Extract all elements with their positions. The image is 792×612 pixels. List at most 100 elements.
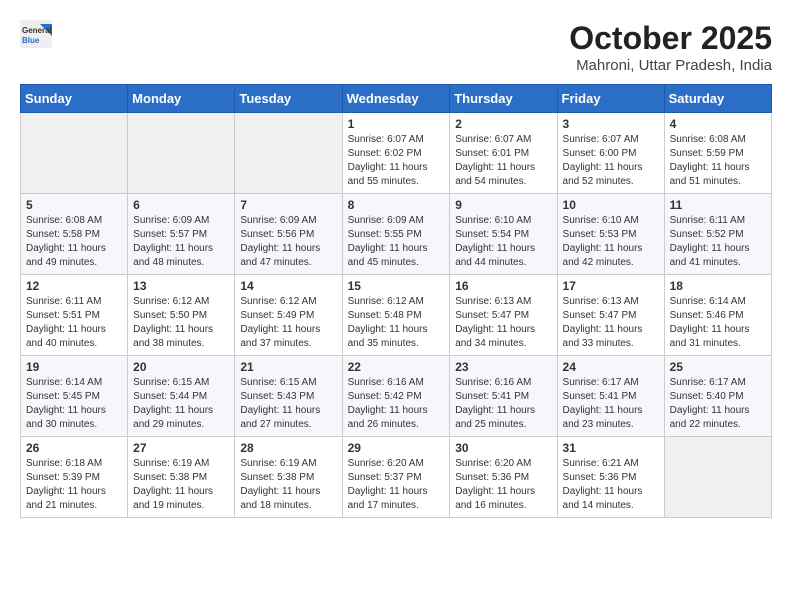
title-area: October 2025 Mahroni, Uttar Pradesh, Ind… — [569, 20, 772, 74]
day-info: Sunrise: 6:17 AM Sunset: 5:41 PM Dayligh… — [563, 376, 659, 432]
day-number: 23 — [455, 360, 551, 374]
calendar-cell: 13 Sunrise: 6:12 AM Sunset: 5:50 PM Dayli… — [128, 275, 235, 356]
weekday-header-tuesday: Tuesday — [235, 85, 342, 113]
day-info: Sunrise: 6:11 AM Sunset: 5:51 PM Dayligh… — [26, 295, 122, 351]
calendar-cell: 2 Sunrise: 6:07 AM Sunset: 6:01 PM Daylig… — [450, 113, 557, 194]
day-info: Sunrise: 6:07 AM Sunset: 6:02 PM Dayligh… — [348, 133, 445, 189]
day-number: 10 — [563, 198, 659, 212]
day-number: 25 — [670, 360, 766, 374]
weekday-header-thursday: Thursday — [450, 85, 557, 113]
weekday-header-friday: Friday — [557, 85, 664, 113]
day-info: Sunrise: 6:12 AM Sunset: 5:48 PM Dayligh… — [348, 295, 445, 351]
calendar-week-row: 19 Sunrise: 6:14 AM Sunset: 5:45 PM Dayli… — [21, 356, 772, 437]
day-number: 3 — [563, 117, 659, 131]
day-number: 22 — [348, 360, 445, 374]
month-title: October 2025 — [569, 20, 772, 57]
day-info: Sunrise: 6:20 AM Sunset: 5:36 PM Dayligh… — [455, 457, 551, 513]
weekday-header-saturday: Saturday — [664, 85, 771, 113]
calendar-cell: 21 Sunrise: 6:15 AM Sunset: 5:43 PM Dayli… — [235, 356, 342, 437]
day-info: Sunrise: 6:10 AM Sunset: 5:54 PM Dayligh… — [455, 214, 551, 270]
calendar-cell: 24 Sunrise: 6:17 AM Sunset: 5:41 PM Dayli… — [557, 356, 664, 437]
day-info: Sunrise: 6:14 AM Sunset: 5:46 PM Dayligh… — [670, 295, 766, 351]
calendar-week-row: 12Sunrise: 6:11 AM Sunset: 5:51 PM Dayli… — [21, 275, 772, 356]
day-number: 15 — [348, 279, 445, 293]
svg-text:Blue: Blue — [22, 36, 40, 45]
day-number: 24 — [563, 360, 659, 374]
day-info: Sunrise: 6:13 AM Sunset: 5:47 PM Dayligh… — [455, 295, 551, 351]
day-number: 7 — [240, 198, 336, 212]
day-info: Sunrise: 6:16 AM Sunset: 5:41 PM Dayligh… — [455, 376, 551, 432]
day-info: Sunrise: 6:15 AM Sunset: 5:43 PM Dayligh… — [240, 376, 336, 432]
calendar-week-row: 1 Sunrise: 6:07 AM Sunset: 6:02 PM Daylig… — [21, 113, 772, 194]
calendar-week-row: 5 Sunrise: 6:08 AM Sunset: 5:58 PM Daylig… — [21, 194, 772, 275]
day-number: 28 — [240, 441, 336, 455]
calendar-cell: 16Sunrise: 6:13 AM Sunset: 5:47 PM Dayli… — [450, 275, 557, 356]
calendar-cell: 23 Sunrise: 6:16 AM Sunset: 5:41 PM Dayli… — [450, 356, 557, 437]
calendar-cell — [664, 437, 771, 518]
day-info: Sunrise: 6:12 AM Sunset: 5:49 PM Dayligh… — [240, 295, 336, 351]
weekday-header-sunday: Sunday — [21, 85, 128, 113]
day-number: 1 — [348, 117, 445, 131]
calendar-cell: 10Sunrise: 6:10 AM Sunset: 5:53 PM Dayli… — [557, 194, 664, 275]
day-info: Sunrise: 6:09 AM Sunset: 5:57 PM Dayligh… — [133, 214, 229, 270]
day-number: 2 — [455, 117, 551, 131]
day-number: 18 — [670, 279, 766, 293]
day-info: Sunrise: 6:13 AM Sunset: 5:47 PM Dayligh… — [563, 295, 659, 351]
calendar-cell: 15 Sunrise: 6:12 AM Sunset: 5:48 PM Dayli… — [342, 275, 450, 356]
calendar-cell: 3 Sunrise: 6:07 AM Sunset: 6:00 PM Daylig… — [557, 113, 664, 194]
calendar-cell: 28 Sunrise: 6:19 AM Sunset: 5:38 PM Dayli… — [235, 437, 342, 518]
day-number: 8 — [348, 198, 445, 212]
calendar-cell: 19 Sunrise: 6:14 AM Sunset: 5:45 PM Dayli… — [21, 356, 128, 437]
day-info: Sunrise: 6:16 AM Sunset: 5:42 PM Dayligh… — [348, 376, 445, 432]
day-number: 13 — [133, 279, 229, 293]
day-number: 20 — [133, 360, 229, 374]
calendar-cell: 29 Sunrise: 6:20 AM Sunset: 5:37 PM Dayli… — [342, 437, 450, 518]
day-number: 21 — [240, 360, 336, 374]
day-info: Sunrise: 6:19 AM Sunset: 5:38 PM Dayligh… — [133, 457, 229, 513]
calendar-cell — [235, 113, 342, 194]
day-number: 5 — [26, 198, 122, 212]
day-info: Sunrise: 6:09 AM Sunset: 5:55 PM Dayligh… — [348, 214, 445, 270]
calendar-cell: 17 Sunrise: 6:13 AM Sunset: 5:47 PM Dayli… — [557, 275, 664, 356]
day-info: Sunrise: 6:14 AM Sunset: 5:45 PM Dayligh… — [26, 376, 122, 432]
day-info: Sunrise: 6:20 AM Sunset: 5:37 PM Dayligh… — [348, 457, 445, 513]
day-info: Sunrise: 6:18 AM Sunset: 5:39 PM Dayligh… — [26, 457, 122, 513]
day-number: 4 — [670, 117, 766, 131]
calendar-cell: 22 Sunrise: 6:16 AM Sunset: 5:42 PM Dayli… — [342, 356, 450, 437]
day-info: Sunrise: 6:08 AM Sunset: 5:58 PM Dayligh… — [26, 214, 122, 270]
day-info: Sunrise: 6:08 AM Sunset: 5:59 PM Dayligh… — [670, 133, 766, 189]
calendar-cell: 25Sunrise: 6:17 AM Sunset: 5:40 PM Dayli… — [664, 356, 771, 437]
day-info: Sunrise: 6:12 AM Sunset: 5:50 PM Dayligh… — [133, 295, 229, 351]
calendar-cell: 18 Sunrise: 6:14 AM Sunset: 5:46 PM Dayli… — [664, 275, 771, 356]
calendar-cell: 4 Sunrise: 6:08 AM Sunset: 5:59 PM Daylig… — [664, 113, 771, 194]
calendar-cell: 31Sunrise: 6:21 AM Sunset: 5:36 PM Dayli… — [557, 437, 664, 518]
day-info: Sunrise: 6:11 AM Sunset: 5:52 PM Dayligh… — [670, 214, 766, 270]
day-info: Sunrise: 6:07 AM Sunset: 6:00 PM Dayligh… — [563, 133, 659, 189]
weekday-header-row: SundayMondayTuesdayWednesdayThursdayFrid… — [21, 85, 772, 113]
calendar-cell: 8 Sunrise: 6:09 AM Sunset: 5:55 PM Daylig… — [342, 194, 450, 275]
day-number: 6 — [133, 198, 229, 212]
calendar-cell — [128, 113, 235, 194]
calendar-table: SundayMondayTuesdayWednesdayThursdayFrid… — [20, 84, 772, 518]
calendar-cell: 14Sunrise: 6:12 AM Sunset: 5:49 PM Dayli… — [235, 275, 342, 356]
calendar-cell: 20Sunrise: 6:15 AM Sunset: 5:44 PM Dayli… — [128, 356, 235, 437]
header: General Blue October 2025 Mahroni, Uttar… — [20, 20, 772, 74]
day-number: 31 — [563, 441, 659, 455]
calendar-cell — [21, 113, 128, 194]
calendar-cell: 30Sunrise: 6:20 AM Sunset: 5:36 PM Dayli… — [450, 437, 557, 518]
day-number: 19 — [26, 360, 122, 374]
day-number: 11 — [670, 198, 766, 212]
calendar-cell: 26 Sunrise: 6:18 AM Sunset: 5:39 PM Dayli… — [21, 437, 128, 518]
svg-text:General: General — [22, 26, 52, 35]
day-number: 17 — [563, 279, 659, 293]
calendar-week-row: 26 Sunrise: 6:18 AM Sunset: 5:39 PM Dayli… — [21, 437, 772, 518]
day-info: Sunrise: 6:19 AM Sunset: 5:38 PM Dayligh… — [240, 457, 336, 513]
day-number: 26 — [26, 441, 122, 455]
calendar-cell: 1 Sunrise: 6:07 AM Sunset: 6:02 PM Daylig… — [342, 113, 450, 194]
day-info: Sunrise: 6:07 AM Sunset: 6:01 PM Dayligh… — [455, 133, 551, 189]
calendar-cell: 12Sunrise: 6:11 AM Sunset: 5:51 PM Dayli… — [21, 275, 128, 356]
day-number: 29 — [348, 441, 445, 455]
day-number: 9 — [455, 198, 551, 212]
calendar-cell: 9 Sunrise: 6:10 AM Sunset: 5:54 PM Daylig… — [450, 194, 557, 275]
logo-icon: General Blue — [20, 20, 52, 48]
